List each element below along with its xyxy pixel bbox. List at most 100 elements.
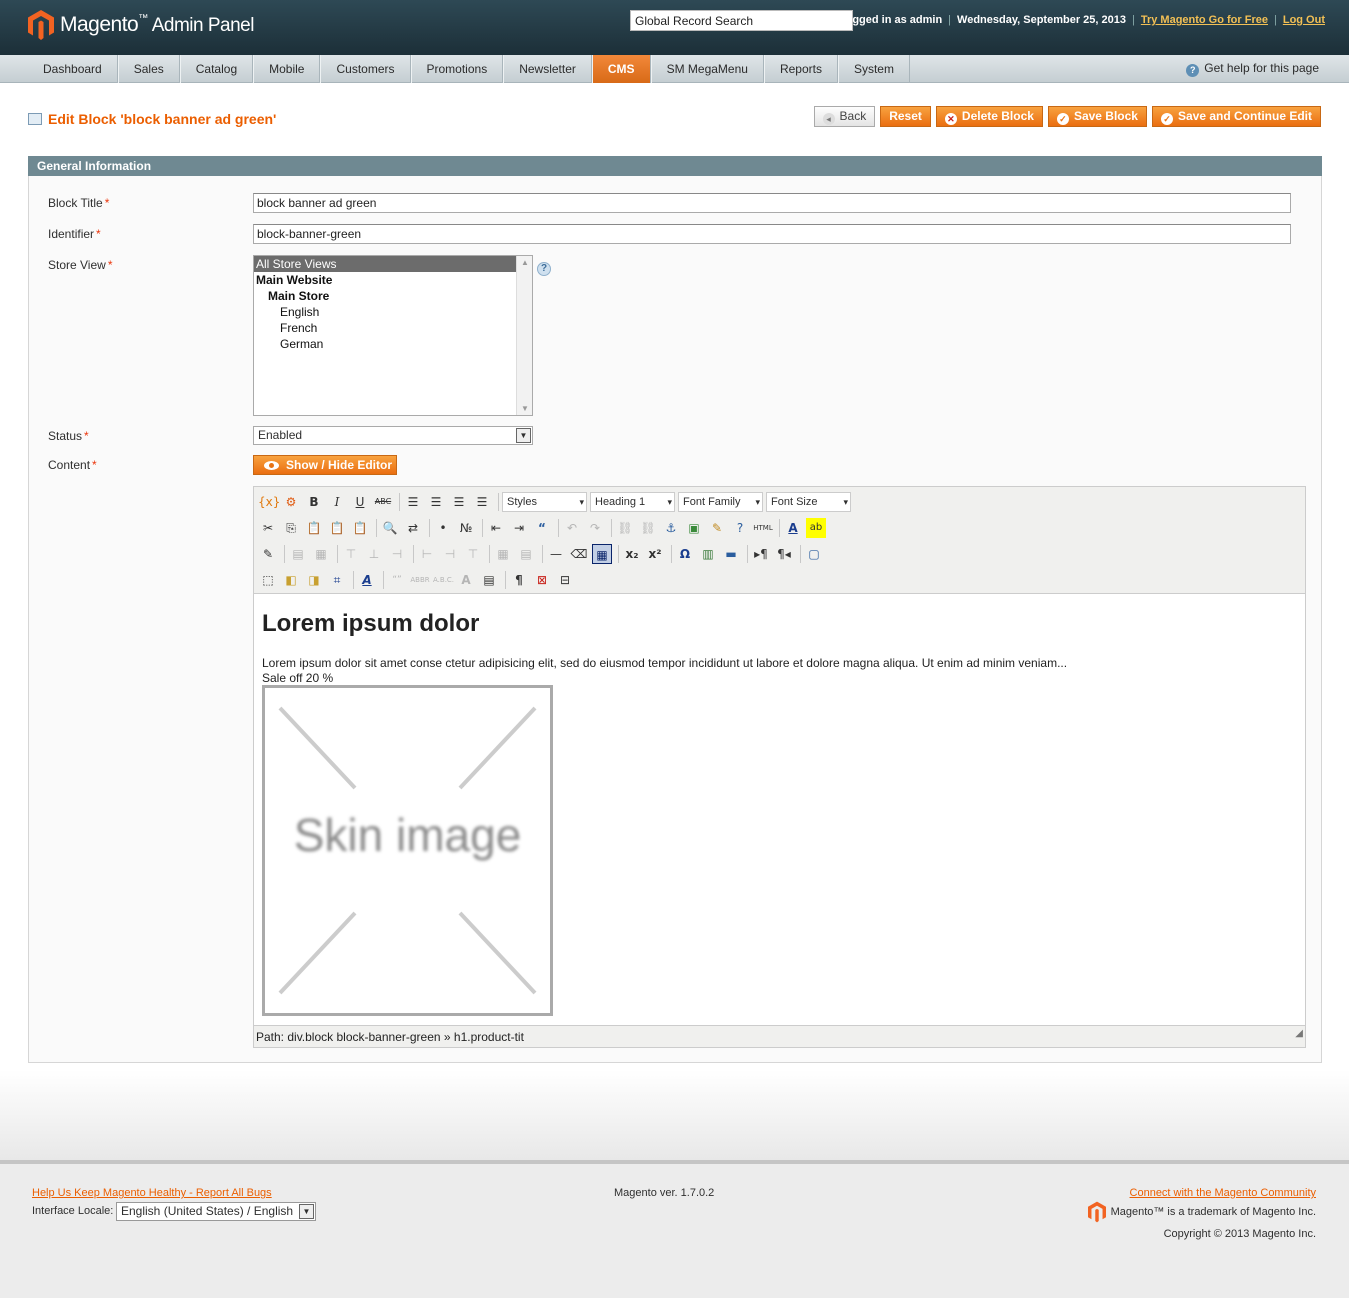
style-props-icon[interactable]: A xyxy=(357,570,377,590)
page-break-icon[interactable]: ⊟ xyxy=(555,570,575,590)
col-after-icon[interactable]: ⊣ xyxy=(440,544,460,564)
font-family-dropdown[interactable]: Font Family xyxy=(678,492,763,512)
save-block-button[interactable]: ✓ Save Block xyxy=(1047,106,1147,127)
background-color-icon[interactable]: ab xyxy=(806,518,826,538)
move-backward-icon[interactable]: ◨ xyxy=(304,570,324,590)
identifier-input[interactable] xyxy=(253,224,1291,244)
logout-link[interactable]: Log Out xyxy=(1283,14,1325,26)
align-left-icon[interactable]: ☰ xyxy=(403,492,423,512)
content-paragraph[interactable]: Lorem ipsum dolor sit amet conse ctetur … xyxy=(262,656,1067,686)
align-justify-icon[interactable]: ☰ xyxy=(472,492,492,512)
cite-icon[interactable]: “” xyxy=(387,570,407,590)
horizontal-rule-icon[interactable]: — xyxy=(546,544,566,564)
insert-layer-icon[interactable]: ⬚ xyxy=(258,570,278,590)
strikethrough-icon[interactable]: ABC xyxy=(373,492,393,512)
store-option-french[interactable]: French xyxy=(254,320,532,336)
store-view-multiselect[interactable]: All Store Views Main Website Main Store … xyxy=(253,255,533,416)
bold-icon[interactable]: B xyxy=(304,492,324,512)
html-source-icon[interactable]: HTML xyxy=(753,518,773,538)
paste-text-icon[interactable]: 📋 xyxy=(327,518,347,538)
cleanup-icon[interactable]: ✎ xyxy=(707,518,727,538)
attributes-icon[interactable]: ▤ xyxy=(479,570,499,590)
fullscreen-icon[interactable]: ▢ xyxy=(804,544,824,564)
nav-system[interactable]: System xyxy=(837,55,910,83)
font-size-dropdown[interactable]: Font Size xyxy=(766,492,851,512)
absolute-icon[interactable]: ⌗ xyxy=(327,570,347,590)
copy-icon[interactable]: ⎘ xyxy=(281,518,301,538)
edit-css-icon[interactable]: ✎ xyxy=(258,544,278,564)
indent-icon[interactable]: ⇥ xyxy=(509,518,529,538)
editor-content-area[interactable]: Lorem ipsum dolor Lorem ipsum dolor sit … xyxy=(254,593,1305,1026)
delete-col-icon[interactable]: ⊤ xyxy=(463,544,483,564)
image-icon[interactable]: ▣ xyxy=(684,518,704,538)
link-icon[interactable]: ⛓ xyxy=(615,518,635,538)
store-option-all[interactable]: All Store Views xyxy=(254,256,517,272)
redo-icon[interactable]: ↷ xyxy=(585,518,605,538)
back-button[interactable]: ◂ Back xyxy=(813,106,876,127)
global-search-input[interactable] xyxy=(630,10,853,31)
insert-widget-icon[interactable]: ⚙ xyxy=(281,492,301,512)
community-link[interactable]: Connect with the Magento Community xyxy=(1130,1187,1316,1199)
show-hide-editor-button[interactable]: Show / Hide Editor xyxy=(253,455,397,475)
nav-catalog[interactable]: Catalog xyxy=(179,55,254,83)
nav-newsletter[interactable]: Newsletter xyxy=(503,55,592,83)
bullet-list-icon[interactable]: • xyxy=(433,518,453,538)
cut-icon[interactable]: ✂ xyxy=(258,518,278,538)
store-option-english[interactable]: English xyxy=(254,304,532,320)
subscript-icon[interactable]: x₂ xyxy=(622,544,642,564)
status-select[interactable]: Enabled ▼ xyxy=(253,426,533,445)
show-blocks-icon[interactable]: ⊠ xyxy=(532,570,552,590)
delete-row-icon[interactable]: ⊣ xyxy=(387,544,407,564)
row-props-icon[interactable]: ▤ xyxy=(288,544,308,564)
outdent-icon[interactable]: ⇤ xyxy=(486,518,506,538)
resize-grip-icon[interactable]: ◢ xyxy=(1295,1023,1303,1045)
italic-icon[interactable]: I xyxy=(327,492,347,512)
text-color-icon[interactable]: A xyxy=(783,518,803,538)
col-before-icon[interactable]: ⊢ xyxy=(417,544,437,564)
align-center-icon[interactable]: ☰ xyxy=(426,492,446,512)
store-view-scrollbar[interactable]: ▲ ▼ xyxy=(516,256,532,415)
help-link[interactable]: ? Get help for this page xyxy=(1186,61,1319,77)
nav-sm-megamenu[interactable]: SM MegaMenu xyxy=(650,55,764,83)
abbr-icon[interactable]: ABBR xyxy=(410,570,430,590)
acronym-icon[interactable]: A.B.C. xyxy=(433,570,454,590)
paste-word-icon[interactable]: 📋 xyxy=(350,518,370,538)
paste-icon[interactable]: 📋 xyxy=(304,518,324,538)
split-cells-icon[interactable]: ▦ xyxy=(493,544,513,564)
find-icon[interactable]: 🔍 xyxy=(380,518,400,538)
brand-title[interactable]: Magento™ Admin Panel xyxy=(60,13,254,37)
styles-dropdown[interactable]: Styles xyxy=(502,492,587,512)
special-char-icon[interactable]: Ω xyxy=(675,544,695,564)
move-forward-icon[interactable]: ◧ xyxy=(281,570,301,590)
del-icon[interactable]: A xyxy=(456,570,476,590)
block-title-input[interactable] xyxy=(253,193,1291,213)
nav-promotions[interactable]: Promotions xyxy=(410,55,504,83)
align-right-icon[interactable]: ☰ xyxy=(449,492,469,512)
store-option-main-website[interactable]: Main Website xyxy=(254,272,532,288)
nav-cms[interactable]: CMS xyxy=(591,55,651,83)
skin-image-placeholder[interactable]: Skin image xyxy=(262,685,553,1016)
nav-sales[interactable]: Sales xyxy=(117,55,180,83)
store-option-german[interactable]: German xyxy=(254,336,532,352)
save-continue-button[interactable]: ✓ Save and Continue Edit xyxy=(1151,106,1321,127)
store-option-main-store[interactable]: Main Store xyxy=(254,288,532,304)
nav-reports[interactable]: Reports xyxy=(763,55,838,83)
row-before-icon[interactable]: ⊤ xyxy=(341,544,361,564)
replace-icon[interactable]: ⇄ xyxy=(403,518,423,538)
delete-block-button[interactable]: ✕ Delete Block xyxy=(935,106,1043,127)
report-bugs-link[interactable]: Help Us Keep Magento Healthy - Report Al… xyxy=(32,1187,272,1199)
show-invisible-icon[interactable]: ¶ xyxy=(509,570,529,590)
locale-select[interactable]: English (United States) / English ▼ xyxy=(116,1202,316,1221)
help-icon[interactable]: ? xyxy=(730,518,750,538)
underline-icon[interactable]: U xyxy=(350,492,370,512)
remove-format-icon[interactable]: ⌫ xyxy=(569,544,589,564)
numbered-list-icon[interactable]: № xyxy=(456,518,476,538)
table-icon[interactable]: ▦ xyxy=(592,544,612,564)
content-heading[interactable]: Lorem ipsum dolor xyxy=(262,610,479,638)
blockquote-icon[interactable]: “ xyxy=(532,518,552,538)
row-after-icon[interactable]: ⊥ xyxy=(364,544,384,564)
nav-dashboard[interactable]: Dashboard xyxy=(28,55,118,83)
scroll-up-icon[interactable]: ▲ xyxy=(521,258,529,267)
nav-customers[interactable]: Customers xyxy=(320,55,411,83)
merge-cells-icon[interactable]: ▤ xyxy=(516,544,536,564)
